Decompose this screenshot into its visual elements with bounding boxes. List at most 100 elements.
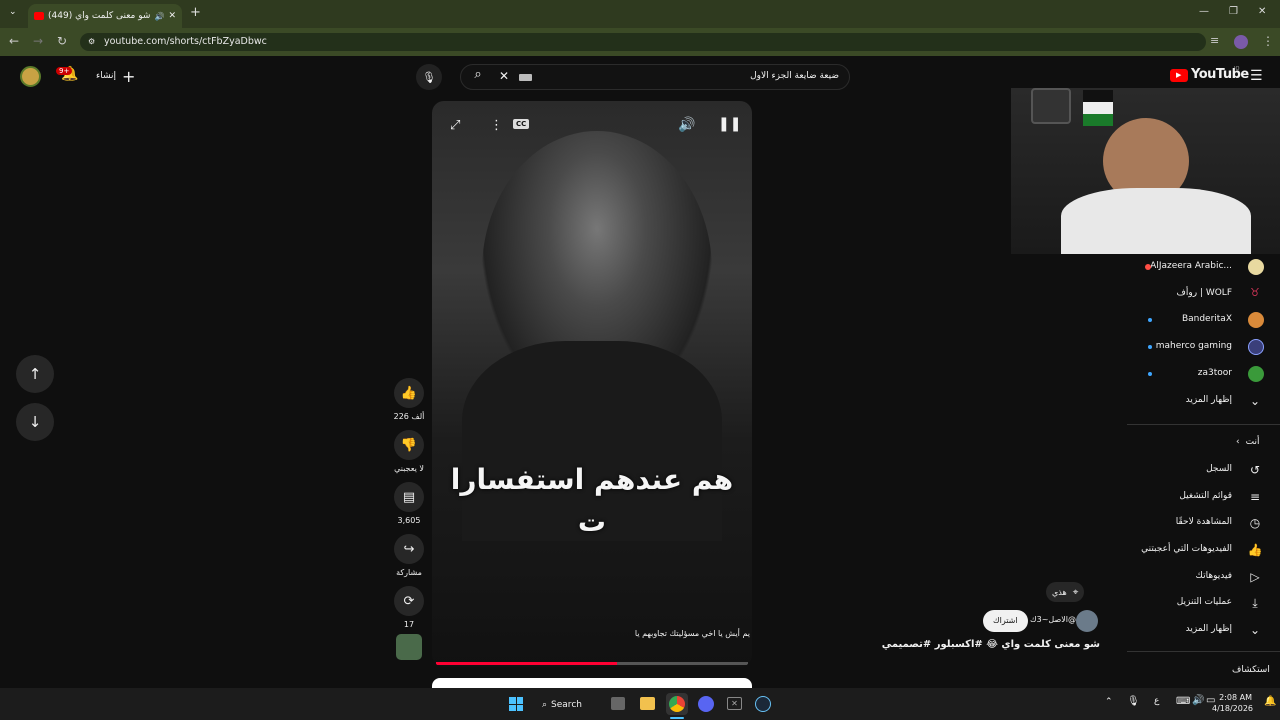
fullscreen-icon[interactable]: ⤢ [450, 118, 460, 133]
search-icon[interactable]: ⌕ [465, 67, 491, 87]
task-view-icon[interactable] [611, 697, 625, 710]
guide-menu-icon[interactable]: ☰ [1250, 68, 1263, 84]
show-more-you[interactable]: إظهار المزيد [1186, 624, 1232, 634]
show-more-label: إظهار المزيد [1185, 624, 1232, 634]
channel-handle[interactable]: @الاصل~3ك [1030, 615, 1076, 624]
you-item-downloads[interactable]: عمليات التنزيل [1177, 597, 1232, 607]
windows-start-icon[interactable] [509, 697, 523, 711]
progress-track[interactable] [436, 662, 748, 665]
notification-center-icon[interactable]: 🔔 [1264, 696, 1276, 707]
more-options-icon[interactable]: ⋮ [490, 118, 503, 133]
thumbs-up-icon[interactable]: 👍 [394, 378, 424, 408]
reading-list-icon[interactable]: ≡ [1210, 34, 1219, 47]
you-item-liked[interactable]: الفيديوهات التي أعجبتني [1141, 544, 1232, 554]
video-title[interactable]: شو معنى كلمت واي 😂 #اكسبلور #تصميمي [880, 639, 1100, 650]
pause-icon[interactable]: ❚❚ [718, 116, 741, 132]
flag-image [1083, 90, 1113, 126]
taskbar-search-label: Search [551, 700, 582, 710]
youtube-logo-icon[interactable]: ▶ [1170, 69, 1188, 82]
account-avatar[interactable] [20, 66, 41, 87]
sub-item-wolf[interactable]: روأف | WOLF [1177, 288, 1232, 298]
discord-icon[interactable] [698, 696, 714, 712]
reload-icon[interactable]: ↻ [57, 34, 67, 48]
snipping-tool-icon[interactable]: ✕ [727, 697, 742, 710]
streamer-sweater [1061, 188, 1251, 254]
back-icon[interactable]: ← [9, 34, 19, 48]
show-more-label: إظهار المزيد [1185, 395, 1232, 405]
remix-action[interactable]: ⟳ 17 [392, 586, 426, 629]
volume-tray-icon[interactable]: 🔊 [1192, 695, 1204, 706]
thumbs-down-icon[interactable]: 👎 [394, 430, 424, 460]
minimize-icon[interactable]: — [1199, 6, 1209, 17]
voice-search-button[interactable]: 🎙 [416, 64, 442, 90]
show-more-subs[interactable]: إظهار المزيد [1186, 395, 1232, 405]
sub-item-za3toor[interactable]: za3toor [1198, 368, 1232, 378]
previous-short-button[interactable]: ↑ [16, 355, 54, 393]
sub-avatar [1248, 366, 1264, 382]
subscribe-button[interactable]: اشتراك [983, 610, 1028, 632]
search-input[interactable]: ⌕ ✕ ضيعة ضايعة الجزء الاول [460, 64, 850, 90]
you-title: أنت [1245, 437, 1260, 447]
clear-search-icon[interactable]: ✕ [499, 69, 509, 83]
input-language[interactable]: ع [1154, 696, 1159, 706]
remix-icon[interactable]: ⟳ [394, 586, 424, 616]
like-action[interactable]: 👍 226 ألف [392, 378, 426, 421]
you-section-header[interactable]: ‹ أنت [1236, 437, 1259, 447]
location-chip[interactable]: هذي ⌖ [1046, 582, 1085, 602]
show-hidden-icons-icon[interactable]: ⌃ [1105, 697, 1113, 707]
you-item-history[interactable]: السجل [1206, 464, 1232, 474]
channel-avatar[interactable] [1076, 610, 1098, 632]
create-button[interactable]: إنشاء + [96, 66, 136, 86]
notification-badge: 9+ [56, 67, 73, 75]
share-icon[interactable]: ↪ [394, 534, 424, 564]
site-info-icon[interactable]: ⚙ [88, 33, 95, 51]
sub-avatar [1248, 339, 1264, 355]
browser-menu-icon[interactable]: ⋮ [1262, 34, 1274, 48]
file-explorer-icon[interactable] [640, 697, 655, 710]
microphone-tray-icon[interactable]: 🎙 [1127, 696, 1140, 707]
close-window-icon[interactable]: ✕ [1258, 6, 1266, 17]
playlists-icon: ≡ [1249, 490, 1261, 504]
restore-icon[interactable]: ❐ [1229, 6, 1238, 17]
clock[interactable]: 2:08 AM 4/18/2026 [1212, 692, 1253, 714]
sound-thumbnail[interactable] [396, 634, 422, 660]
new-content-dot [1148, 318, 1152, 322]
volume-icon[interactable]: 🔊 [678, 117, 695, 133]
you-item-watch-later[interactable]: المشاهدة لاحقًا [1176, 517, 1232, 527]
comment-icon[interactable]: ▤ [394, 482, 424, 512]
sub-name: BanderitaX [1181, 314, 1232, 324]
close-tab-icon[interactable]: ✕ [168, 11, 176, 21]
youtube-logo-text[interactable]: YouTube [1191, 67, 1249, 82]
chevron-left-icon: ‹ [1236, 437, 1240, 447]
play-triangle-icon: ▶ [1176, 71, 1182, 79]
keyboard-icon[interactable] [519, 74, 532, 81]
captions-button[interactable]: CC [513, 119, 530, 129]
forward-icon[interactable]: → [33, 34, 43, 48]
audio-icon[interactable]: 🔊 [154, 12, 164, 21]
plus-icon: + [122, 66, 136, 86]
shorts-video-player[interactable]: ⤢ ⋮ CC 🔊 ❚❚ هم عندهم استفسارا ت يم أيش ي… [432, 101, 752, 667]
new-tab-icon[interactable]: + [190, 5, 201, 20]
share-label: مشاركة [396, 568, 422, 577]
browser-tab[interactable]: (449) شو معنى كلمت واي 😂 🔊 ✕ [28, 4, 182, 28]
you-item-your-videos[interactable]: فيديوهاتك [1196, 571, 1232, 581]
you-item-playlists[interactable]: قوائم التشغيل [1179, 491, 1232, 501]
sub-item-aljazeera[interactable]: AlJazeera Arabic... [1150, 261, 1232, 271]
network-icon[interactable]: ⌨ [1176, 696, 1190, 707]
sub-item-banderitax[interactable]: BanderitaX [1182, 314, 1232, 324]
location-pin-icon: ⌖ [1072, 586, 1079, 598]
next-short-button[interactable]: ↓ [16, 403, 54, 441]
taskbar-search[interactable]: ⌕ Search [542, 696, 596, 714]
taskbar-chrome-active[interactable] [666, 693, 688, 715]
steam-icon[interactable] [755, 696, 771, 712]
location-label: هذي [1052, 587, 1067, 597]
tab-list-chevron-icon[interactable]: ⌄ [9, 7, 17, 17]
dislike-action[interactable]: 👎 لا يعجبني [392, 430, 426, 473]
url-field[interactable]: ⚙ youtube.com/shorts/ctFbZyaDbwc [80, 33, 1206, 51]
you-item-label: المشاهدة لاحقًا [1175, 517, 1232, 527]
share-action[interactable]: ↪ مشاركة [392, 534, 426, 577]
profile-avatar[interactable] [1234, 35, 1248, 49]
sub-item-maherco[interactable]: maherco gaming [1156, 341, 1232, 351]
you-item-label: قوائم التشغيل [1179, 491, 1232, 501]
comments-action[interactable]: ▤ 3,605 [392, 482, 426, 525]
